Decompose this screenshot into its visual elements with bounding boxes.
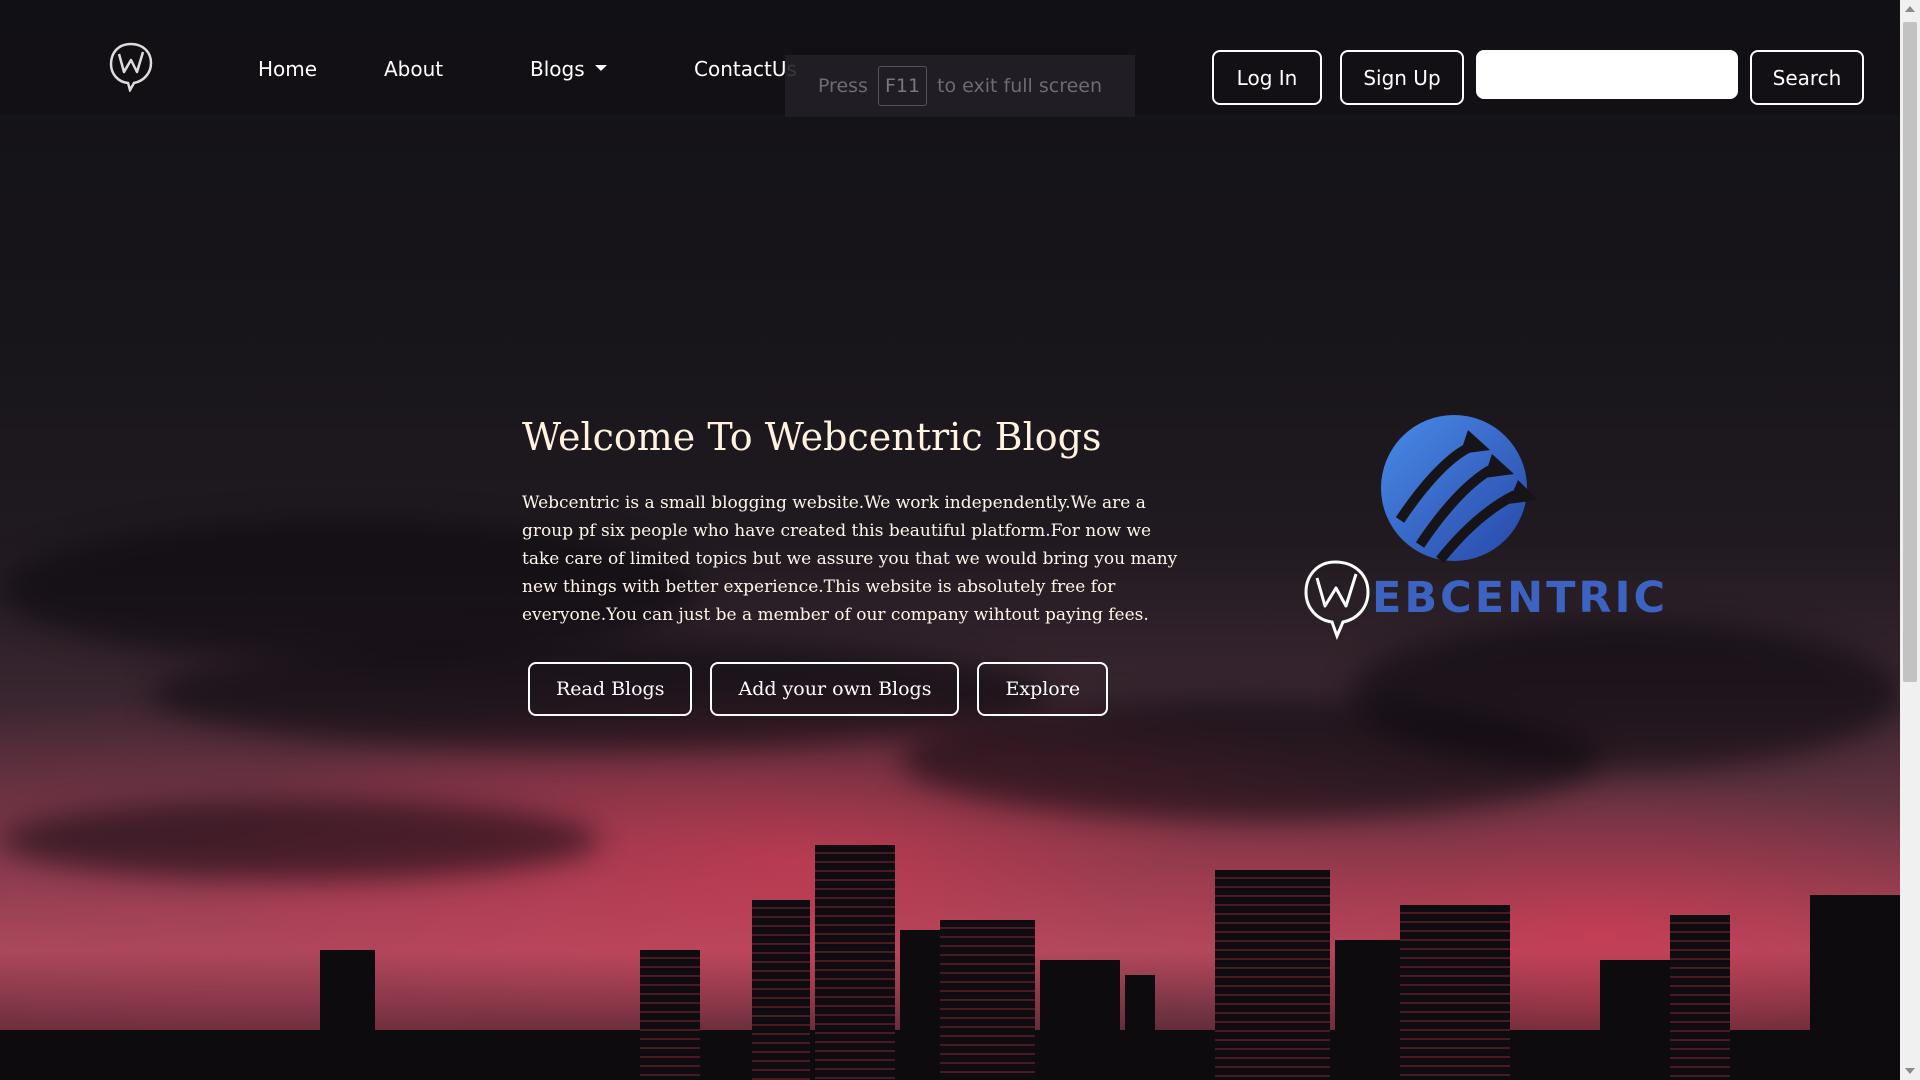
f11-key-badge: F11	[877, 66, 928, 106]
hero-buttons: Read Blogs Add your own Blogs Explore	[528, 662, 1109, 716]
search-input[interactable]	[1476, 50, 1738, 99]
city-skyline	[0, 820, 1900, 1080]
cloud	[1350, 620, 1900, 770]
scrollbar-thumb[interactable]	[1903, 22, 1917, 682]
logo-wordmark: EBCENTRIC	[1372, 573, 1669, 623]
search-button[interactable]: Search	[1750, 50, 1864, 105]
page-scrollbar[interactable]	[1900, 0, 1920, 1080]
fullscreen-exit-notice: Press F11 to exit full screen	[785, 55, 1135, 117]
nav-blogs-dropdown[interactable]: Blogs	[530, 57, 607, 81]
signup-button[interactable]: Sign Up	[1340, 50, 1464, 105]
chevron-down-icon	[594, 64, 607, 71]
w-speech-bubble-icon	[1304, 560, 1370, 640]
scroll-down-icon[interactable]	[1905, 1068, 1915, 1074]
hero-section: Welcome To Webcentric Blogs Webcentric i…	[522, 415, 1192, 629]
read-blogs-button[interactable]: Read Blogs	[528, 662, 693, 716]
fullscreen-press-text: Press	[817, 75, 868, 97]
fullscreen-rest-text: to exit full screen	[937, 75, 1103, 97]
nav-about-link[interactable]: About	[384, 57, 443, 81]
nav-blogs-label: Blogs	[530, 57, 585, 81]
hero-title: Welcome To Webcentric Blogs	[522, 415, 1102, 459]
hero-description: Webcentric is a small blogging website.W…	[522, 493, 1178, 625]
add-blog-button[interactable]: Add your own Blogs	[710, 662, 960, 716]
nav-contact-link[interactable]: ContactUs	[694, 57, 797, 81]
explore-button[interactable]: Explore	[977, 662, 1109, 716]
nav-home-link[interactable]: Home	[258, 57, 317, 81]
webcentric-w-icon[interactable]	[108, 40, 154, 92]
login-button[interactable]: Log In	[1212, 50, 1322, 105]
scroll-up-icon[interactable]	[1905, 6, 1915, 12]
